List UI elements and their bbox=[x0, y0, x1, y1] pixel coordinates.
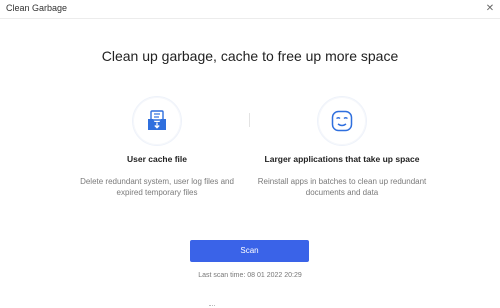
close-button[interactable]: ✕ bbox=[482, 1, 498, 17]
feature-title: User cache file bbox=[126, 154, 187, 164]
window-title: Clean Garbage bbox=[6, 3, 68, 13]
scan-button[interactable]: Scan bbox=[190, 240, 309, 262]
feature-title: Larger applications that take up space bbox=[264, 154, 420, 164]
smiley-face-icon bbox=[317, 96, 367, 146]
clean-garbage-window: Clean Garbage ✕ Clean up garbage, cache … bbox=[0, 0, 500, 308]
feature-user-cache: User cache file Delete redundant system,… bbox=[52, 96, 262, 198]
feature-large-apps: Larger applications that take up space R… bbox=[237, 96, 447, 198]
inbox-download-icon bbox=[132, 96, 182, 146]
feature-description: Reinstall apps in batches to clean up re… bbox=[257, 177, 427, 197]
last-scan-time: Last scan time: 08 01 2022 20:29 bbox=[198, 272, 302, 279]
page-heading: Clean up garbage, cache to free up more … bbox=[101, 48, 399, 64]
title-bar: Clean Garbage ✕ bbox=[0, 0, 500, 19]
feature-description: Delete redundant system, user log files … bbox=[80, 177, 234, 197]
